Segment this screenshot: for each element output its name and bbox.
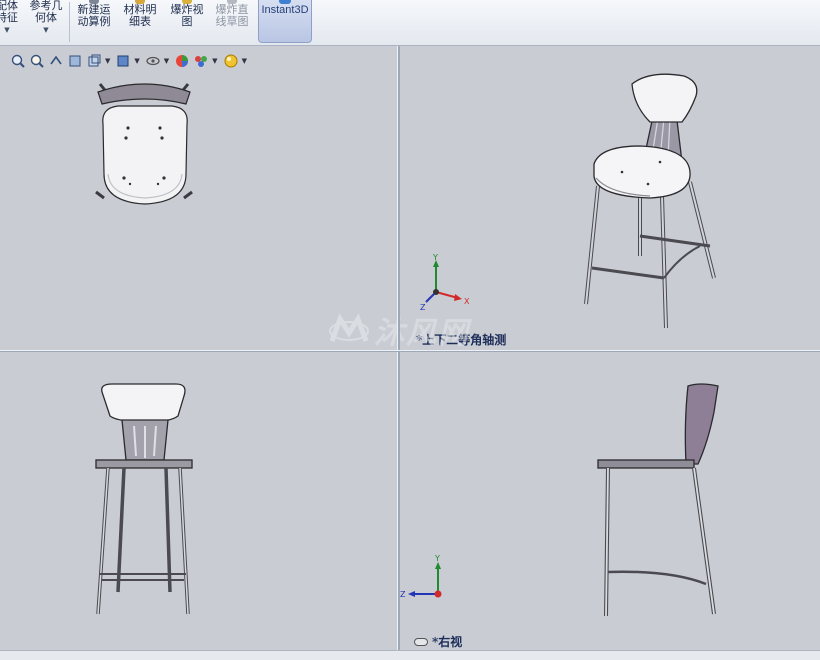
ribbon-separator [69,2,70,42]
heads-up-view-toolbar: ▼ ▼ ▼ ▼ ▼ [10,52,249,70]
chevron-down-icon[interactable]: ▼ [43,26,48,34]
chair-right-view [597,383,719,617]
chair-top-view [95,83,193,205]
chevron-down-icon[interactable]: ▼ [242,57,247,65]
watermark-text: 沐风网 [374,316,470,351]
ribbon-btn-exploded-view[interactable]: 爆炸视 图 [166,0,208,44]
edit-appearance-icon[interactable] [174,53,190,69]
section-view-icon[interactable] [67,53,83,69]
ribbon-btn-reference-geometry[interactable]: 参考几 何体 ▼ [27,0,65,44]
axis-x-label: X [464,297,470,306]
viewport-label-right: *右视 [432,635,463,649]
coordinate-triad-right: Y Z [400,554,442,599]
ribbon-btn-explode-line-sketch[interactable]: 爆炸直 线草图 [211,0,253,44]
viewport-top[interactable] [0,46,397,350]
ribbon-btn-instant3d[interactable]: Instant3D [258,0,312,43]
chevron-down-icon[interactable]: ▼ [105,57,110,65]
ribbon-btn-label: Instant3D [261,4,309,16]
ribbon-btn-label: 爆炸直 线草图 [215,3,249,28]
command-manager-ribbon: 配体 特征 ▼ 参考几 何体 ▼ 新建运 动算例 材料明 细表 爆炸视 图 爆炸… [0,0,820,46]
axis-y-label: Y [434,554,440,563]
viewport-label-right-group: *右视 [414,633,462,650]
chevron-down-icon[interactable]: ▼ [4,26,9,34]
viewport-splitter-vertical[interactable] [397,46,400,650]
zoom-to-area-icon[interactable] [29,53,45,69]
zoom-to-fit-icon[interactable] [10,53,26,69]
viewport-right[interactable]: Y Z [400,352,820,650]
ribbon-btn-label: 新建运 动算例 [77,3,111,28]
ribbon-btn-assembly-feature[interactable]: 配体 特征 ▼ [0,0,22,44]
axis-z-label: Z [400,590,406,599]
display-style-icon[interactable] [115,53,131,69]
apply-scene-icon[interactable] [193,53,209,69]
viewport-front[interactable] [0,352,397,650]
chevron-down-icon[interactable]: ▼ [134,57,139,65]
ribbon-btn-label: 参考几 何体 [29,0,63,24]
view-orientation-icon[interactable] [86,53,102,69]
chevron-down-icon[interactable]: ▼ [212,57,217,65]
axis-y-label: Y [432,254,438,262]
status-bar [0,650,820,660]
view-settings-icon[interactable] [223,53,239,69]
hide-show-items-icon[interactable] [145,53,161,69]
viewport-isometric[interactable]: Y X Z [400,46,820,350]
ribbon-btn-new-motion-study[interactable]: 新建运 动算例 [73,0,115,44]
chevron-down-icon[interactable]: ▼ [164,57,169,65]
viewport-splitter-horizontal[interactable] [0,350,820,352]
previous-view-icon[interactable] [48,53,64,69]
watermark-logo [329,313,369,342]
ribbon-btn-label: 材料明 细表 [123,3,157,28]
coordinate-triad-iso: Y X Z [420,254,470,312]
ribbon-btn-label: 配体 特征 [0,0,18,24]
ribbon-btn-bill-of-materials[interactable]: 材料明 细表 [120,0,160,44]
chair-front-view [95,383,193,615]
ribbon-btn-label: 爆炸视 图 [170,3,204,28]
link-views-icon[interactable] [414,637,428,646]
